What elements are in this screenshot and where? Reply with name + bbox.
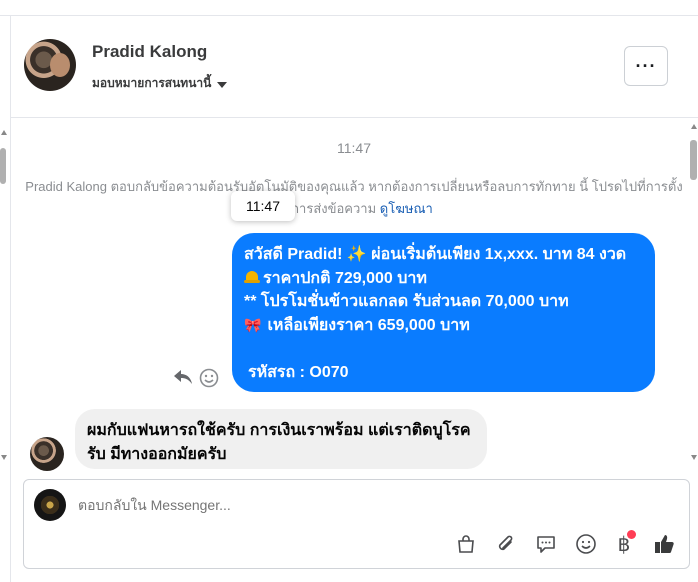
- reply-icon[interactable]: [173, 368, 193, 386]
- thumbs-up-icon[interactable]: [652, 532, 676, 556]
- system-message-text: Pradid Kalong ตอบกลับข้อความต้อนรับอัตโน…: [25, 179, 683, 216]
- final-price-text: เหลือเพียงราคา 659,000 บาท: [267, 316, 470, 334]
- sparkle-emoji: ✨: [346, 246, 367, 263]
- contact-avatar[interactable]: [24, 39, 76, 91]
- bell-emoji-icon: [244, 270, 260, 284]
- scroll-down-arrow[interactable]: [1, 455, 7, 460]
- right-scrollbar[interactable]: [689, 124, 698, 460]
- shop-bag-icon[interactable]: [454, 532, 478, 556]
- chevron-down-icon: [217, 81, 228, 88]
- contact-name[interactable]: Pradid Kalong: [92, 42, 207, 62]
- baht-icon[interactable]: ฿: [612, 530, 636, 556]
- view-ad-link[interactable]: ดูโฆษณา: [380, 201, 433, 216]
- car-code-text: รหัสรถ : O070: [248, 363, 349, 381]
- scroll-down-arrow[interactable]: [691, 455, 697, 460]
- notification-dot: [627, 530, 636, 539]
- left-scrollbar[interactable]: [0, 130, 8, 460]
- chat-bubble-icon[interactable]: [534, 532, 558, 556]
- message-line: ราคาปกติ 729,000 บาท: [244, 267, 643, 291]
- system-message: Pradid Kalong ตอบกลับข้อความต้อนรับอัตโน…: [22, 176, 686, 220]
- assign-conversation-dropdown[interactable]: มอบหมายการสนทนานี้: [92, 74, 228, 93]
- top-bar: [0, 0, 698, 16]
- normal-price-text: ราคาปกติ 729,000 บาท: [263, 269, 427, 287]
- more-icon: ···: [635, 55, 657, 76]
- message-line: สวัสดี Pradid! ✨ ผ่อนเริ่มต้นเพียง 1x,xx…: [244, 243, 643, 267]
- more-options-button[interactable]: ···: [624, 46, 668, 86]
- message-line: 🎀 เหลือเพียงราคา 659,000 บาท: [244, 314, 643, 338]
- scroll-up-arrow[interactable]: [1, 130, 7, 135]
- time-tooltip: 11:47: [231, 191, 295, 221]
- scroll-up-arrow[interactable]: [691, 124, 697, 129]
- ribbon-emoji-icon: 🎀: [244, 316, 262, 333]
- paperclip-icon[interactable]: [494, 532, 518, 556]
- assign-label: มอบหมายการสนทนานี้: [92, 76, 212, 90]
- promotion-text: ** โปรโมชั่นข้าวแลกลด รับส่วนลด 70,000 บ…: [244, 293, 569, 310]
- conversation-header: Pradid Kalong มอบหมายการสนทนานี้ ···: [10, 16, 698, 118]
- incoming-message-bubble[interactable]: ผมกับแฟนหารถใช้ครับ การเงินเราพร้อม แต่เ…: [75, 409, 487, 469]
- greeting-text: สวัสดี Pradid!: [244, 246, 343, 263]
- emoji-icon[interactable]: [199, 368, 219, 388]
- smile-icon[interactable]: [574, 532, 598, 556]
- sender-avatar: [30, 437, 64, 471]
- message-composer: ฿: [23, 479, 690, 569]
- message-timestamp: 11:47: [337, 140, 371, 156]
- installment-text: ผ่อนเริ่มต้นเพียง 1x,xxx. บาท 84 งวด: [371, 246, 627, 263]
- outgoing-message-bubble[interactable]: สวัสดี Pradid! ✨ ผ่อนเริ่มต้นเพียง 1x,xx…: [232, 233, 655, 392]
- reply-input[interactable]: [78, 497, 638, 513]
- page-avatar: [34, 489, 66, 521]
